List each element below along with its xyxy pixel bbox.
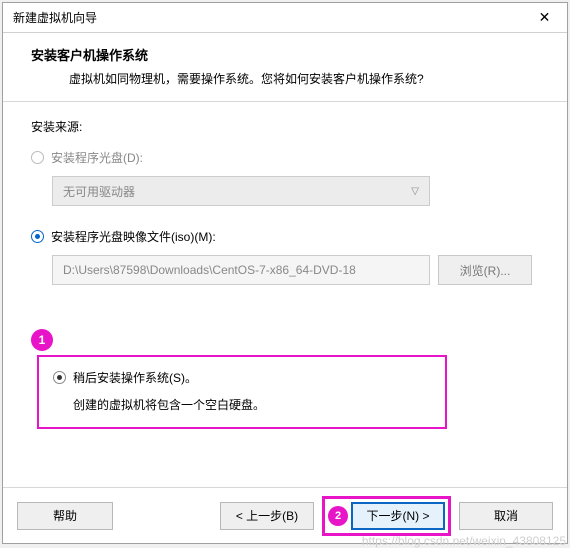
- source-label: 安装来源:: [31, 118, 539, 135]
- radio-iso-label: 安装程序光盘映像文件(iso)(M):: [51, 228, 216, 245]
- radio-disc-label: 安装程序光盘(D):: [51, 149, 143, 166]
- browse-button[interactable]: 浏览(R)...: [438, 255, 532, 285]
- radio-later[interactable]: [53, 371, 66, 384]
- help-button[interactable]: 帮助: [17, 502, 113, 530]
- option-disc: 安装程序光盘(D): 无可用驱动器 ▽: [31, 149, 539, 206]
- close-icon: ✕: [539, 9, 551, 26]
- disc-dropdown[interactable]: 无可用驱动器 ▽: [52, 176, 430, 206]
- next-button[interactable]: 下一步(N) >: [351, 502, 445, 530]
- badge-2: 2: [328, 506, 348, 526]
- annotation-badge-1: 1: [31, 329, 539, 351]
- wizard-header: 安装客户机操作系统 虚拟机如同物理机，需要操作系统。您将如何安装客户机操作系统?: [3, 33, 567, 102]
- badge-1: 1: [31, 329, 53, 351]
- radio-later-label: 稍后安装操作系统(S)。: [73, 369, 197, 386]
- disc-dropdown-value: 无可用驱动器: [63, 183, 135, 200]
- option-later-highlight: 稍后安装操作系统(S)。 创建的虚拟机将包含一个空白硬盘。: [37, 355, 447, 429]
- radio-iso[interactable]: [31, 230, 44, 243]
- iso-path-value: D:\Users\87598\Downloads\CentOS-7-x86_64…: [63, 263, 356, 277]
- annotation-next-highlight: 2 下一步(N) >: [322, 496, 451, 536]
- titlebar: 新建虚拟机向导 ✕: [3, 3, 567, 33]
- back-button[interactable]: < 上一步(B): [220, 502, 314, 530]
- cancel-button[interactable]: 取消: [459, 502, 553, 530]
- header-subtitle: 虚拟机如同物理机，需要操作系统。您将如何安装客户机操作系统?: [31, 70, 539, 87]
- wizard-footer: 帮助 < 上一步(B) 2 下一步(N) > 取消: [3, 487, 567, 543]
- header-title: 安装客户机操作系统: [31, 45, 539, 64]
- iso-path-input[interactable]: D:\Users\87598\Downloads\CentOS-7-x86_64…: [52, 255, 430, 285]
- chevron-down-icon: ▽: [411, 186, 419, 197]
- option-iso: 安装程序光盘映像文件(iso)(M): D:\Users\87598\Downl…: [31, 228, 539, 285]
- window-title: 新建虚拟机向导: [13, 9, 97, 26]
- close-button[interactable]: ✕: [522, 3, 567, 33]
- radio-disc[interactable]: [31, 151, 44, 164]
- wizard-content: 安装来源: 安装程序光盘(D): 无可用驱动器 ▽ 安装程序光盘映像文件(iso…: [3, 102, 567, 487]
- option-later-desc: 创建的虚拟机将包含一个空白硬盘。: [73, 396, 431, 413]
- wizard-window: 新建虚拟机向导 ✕ 安装客户机操作系统 虚拟机如同物理机，需要操作系统。您将如何…: [2, 2, 568, 544]
